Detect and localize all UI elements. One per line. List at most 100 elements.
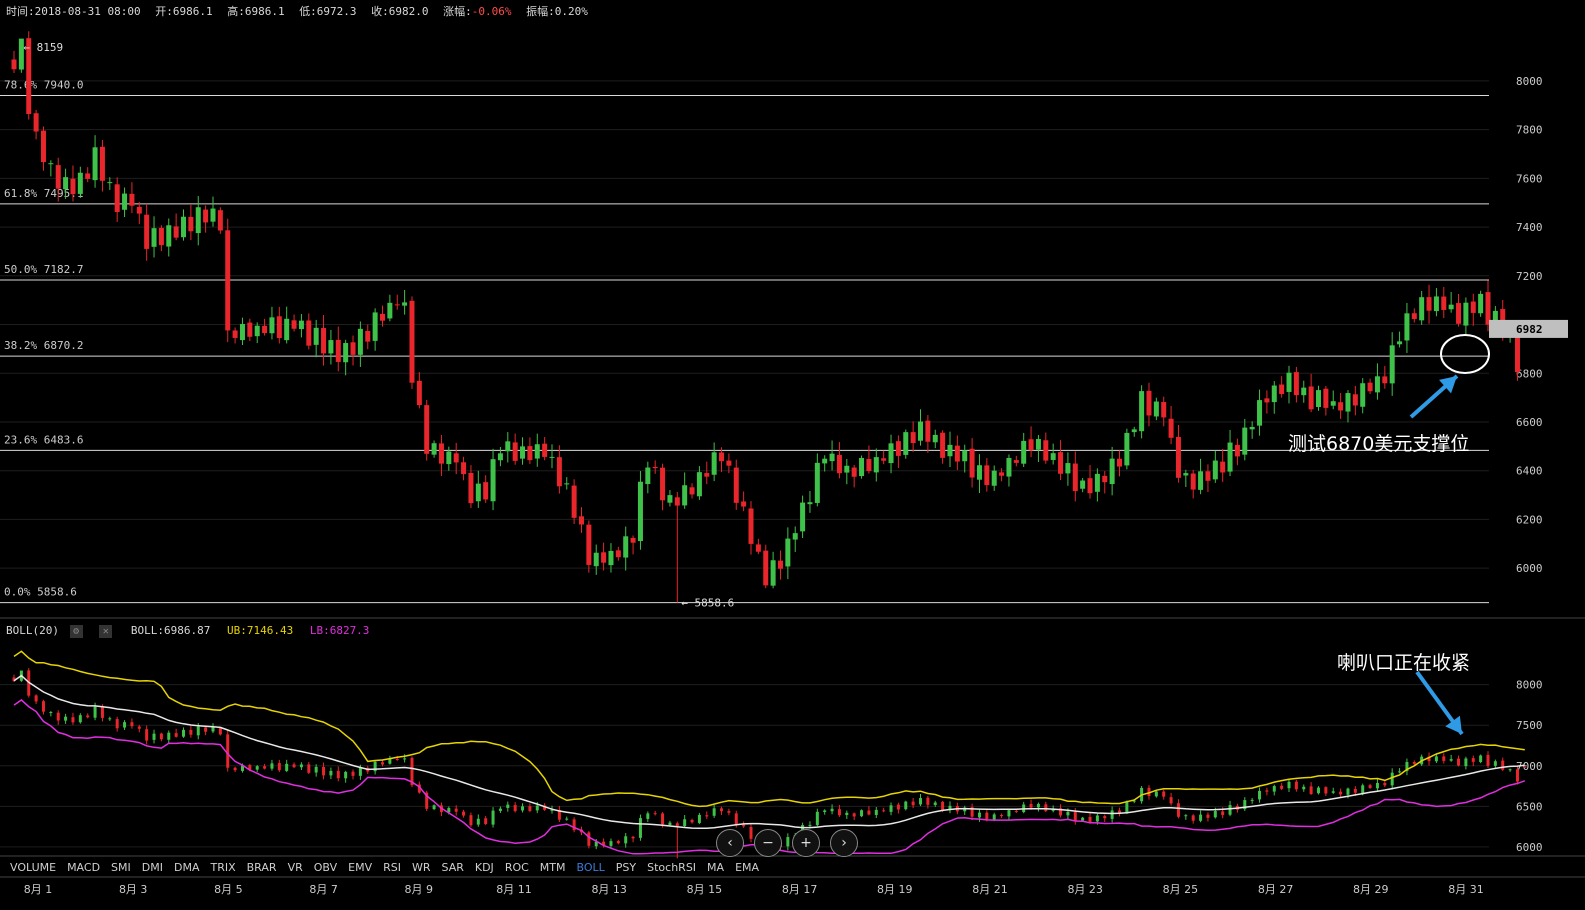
candle-body bbox=[1441, 296, 1447, 310]
boll-candle-body bbox=[137, 726, 141, 729]
boll-candle-body bbox=[93, 706, 97, 718]
boll-candle-body bbox=[1265, 790, 1269, 792]
indicator-tab-brar[interactable]: BRAR bbox=[247, 861, 277, 874]
annotation-squeeze: 喇叭口正在收紧 bbox=[1337, 652, 1471, 674]
boll-candle-body bbox=[41, 701, 45, 712]
indicator-tab-sar[interactable]: SAR bbox=[442, 861, 464, 874]
candle-body bbox=[48, 163, 54, 165]
boll-candle-body bbox=[1515, 769, 1519, 782]
boll-candle-body bbox=[1361, 785, 1365, 794]
candle-body bbox=[1478, 293, 1484, 314]
boll-candle-body bbox=[189, 729, 193, 735]
candle-body bbox=[881, 458, 887, 461]
boll-candle-body bbox=[1479, 755, 1483, 763]
candle-body bbox=[350, 342, 356, 355]
candle-body bbox=[719, 452, 725, 462]
candle-body bbox=[1257, 400, 1263, 426]
candle-body bbox=[807, 502, 813, 505]
scroll-right-button[interactable]: › bbox=[830, 829, 858, 857]
zoom-in-button[interactable]: + bbox=[792, 829, 820, 857]
boll-candle-body bbox=[896, 804, 900, 810]
indicator-tab-wr[interactable]: WR bbox=[412, 861, 431, 874]
candle-body bbox=[247, 322, 253, 337]
candle-body bbox=[313, 327, 319, 345]
candle-body bbox=[1161, 402, 1167, 418]
candle-body bbox=[829, 453, 835, 462]
boll-candle-body bbox=[565, 818, 569, 820]
zoom-out-button[interactable]: − bbox=[754, 829, 782, 857]
x-tick-label: 8月 21 bbox=[972, 883, 1008, 896]
boll-candle-body bbox=[218, 727, 222, 735]
boll-candle-body bbox=[609, 841, 613, 846]
candle-body bbox=[1035, 439, 1041, 450]
indicator-tab-stochrsi[interactable]: StochRSI bbox=[647, 861, 696, 874]
x-tick-label: 8月 25 bbox=[1162, 883, 1199, 896]
candle-body bbox=[497, 453, 503, 461]
indicator-tab-volume[interactable]: VOLUME bbox=[10, 861, 56, 874]
boll-candle-body bbox=[1206, 814, 1210, 818]
indicator-tab-kdj[interactable]: KDJ bbox=[475, 861, 494, 874]
candle-body bbox=[262, 325, 268, 334]
candle-body bbox=[431, 443, 437, 455]
boll-mid-value: BOLL:6986.87 bbox=[130, 624, 211, 637]
candle-body bbox=[372, 312, 378, 341]
candle-body bbox=[822, 458, 828, 464]
y-tick-label: 7400 bbox=[1516, 221, 1543, 234]
boll-candle-body bbox=[322, 766, 326, 776]
close-icon[interactable]: ✕ bbox=[99, 624, 113, 638]
boll-candle-body bbox=[742, 824, 746, 827]
boll-candle-body bbox=[498, 808, 502, 811]
candle-body bbox=[652, 466, 658, 469]
candle-body bbox=[1264, 398, 1270, 403]
candle-body bbox=[1352, 394, 1358, 406]
indicator-tab-psy[interactable]: PSY bbox=[616, 861, 636, 874]
boll-y-tick-label: 6000 bbox=[1516, 841, 1543, 854]
candle-body bbox=[1367, 382, 1373, 392]
candle-body bbox=[402, 302, 408, 306]
x-tick-label: 8月 27 bbox=[1257, 883, 1294, 896]
candle-body bbox=[1323, 388, 1329, 408]
indicator-tab-macd[interactable]: MACD bbox=[67, 861, 100, 874]
x-tick-label: 8月 17 bbox=[781, 883, 818, 896]
boll-candle-body bbox=[1390, 772, 1394, 786]
candle-body bbox=[188, 216, 194, 232]
boll-candle-body bbox=[1169, 797, 1173, 804]
boll-candle-body bbox=[1434, 756, 1438, 762]
boll-candle-body bbox=[697, 814, 701, 823]
boll-candle-body bbox=[690, 819, 694, 823]
indicator-tab-ma[interactable]: MA bbox=[707, 861, 724, 874]
candle-body bbox=[468, 472, 474, 504]
y-tick-label: 6600 bbox=[1516, 416, 1543, 429]
indicator-tab-mtm[interactable]: MTM bbox=[540, 861, 566, 874]
boll-candle-body bbox=[1103, 816, 1107, 819]
boll-candle-body bbox=[1471, 758, 1475, 762]
indicator-tab-dmi[interactable]: DMI bbox=[142, 861, 163, 874]
candle-body bbox=[962, 450, 968, 462]
candles bbox=[11, 31, 1528, 603]
candle-body bbox=[844, 465, 850, 473]
gear-icon[interactable]: ⚙ bbox=[69, 624, 83, 638]
indicator-tab-rsi[interactable]: RSI bbox=[383, 861, 401, 874]
candle-body bbox=[1279, 384, 1285, 395]
indicator-tab-boll[interactable]: BOLL bbox=[577, 861, 605, 874]
x-tick-label: 8月 23 bbox=[1067, 883, 1103, 896]
boll-candle-body bbox=[1036, 803, 1040, 808]
boll-candle-body bbox=[1095, 815, 1099, 822]
candle-body bbox=[1456, 303, 1462, 324]
indicator-tab-dma[interactable]: DMA bbox=[174, 861, 200, 874]
boll-candle-body bbox=[174, 733, 178, 737]
indicator-tab-smi[interactable]: SMI bbox=[111, 861, 131, 874]
candle-body bbox=[586, 524, 592, 565]
boll-candle-body bbox=[1162, 791, 1166, 797]
indicator-tab-vr[interactable]: VR bbox=[288, 861, 303, 874]
candle-body bbox=[888, 443, 894, 464]
scroll-left-button[interactable]: ‹ bbox=[716, 829, 744, 857]
indicator-tab-obv[interactable]: OBV bbox=[314, 861, 337, 874]
indicator-tab-ema[interactable]: EMA bbox=[735, 861, 759, 874]
boll-candle-body bbox=[469, 815, 473, 826]
candle-body bbox=[755, 544, 761, 552]
indicator-tab-trix[interactable]: TRIX bbox=[210, 861, 235, 874]
ohlc-info-bar: 时间:2018-08-31 08:00 开:6986.1 高:6986.1 低:… bbox=[6, 3, 596, 19]
indicator-tab-emv[interactable]: EMV bbox=[348, 861, 372, 874]
indicator-tab-roc[interactable]: ROC bbox=[505, 861, 529, 874]
